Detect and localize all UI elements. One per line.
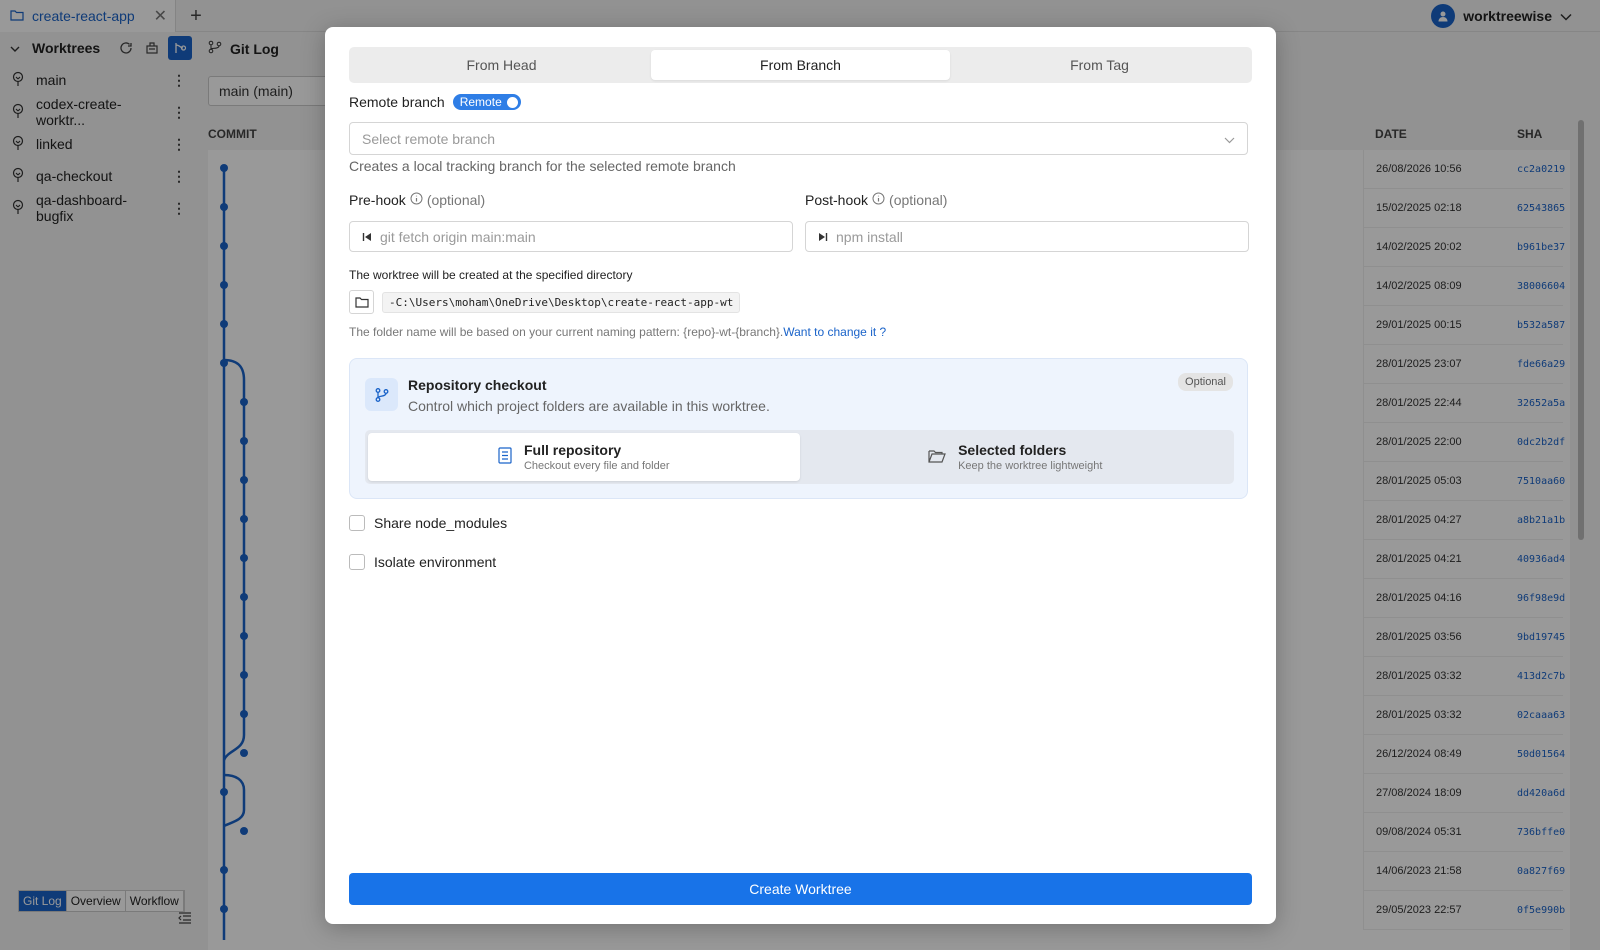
share-node-modules-checkbox[interactable] — [349, 515, 365, 531]
tab-from-branch[interactable]: From Branch — [651, 50, 950, 80]
posthook-label-row: Post-hook (optional) — [805, 192, 947, 208]
posthook-optional: (optional) — [889, 192, 948, 208]
change-pattern-link[interactable]: Want to change it ? — [783, 325, 886, 339]
remote-branch-select[interactable]: Select remote branch — [349, 122, 1248, 155]
source-tabs: From Head From Branch From Tag — [349, 47, 1252, 83]
posthook-label: Post-hook — [805, 192, 869, 208]
tab-from-head[interactable]: From Head — [352, 50, 651, 80]
checkout-title: Repository checkout — [408, 377, 547, 393]
prehook-label: Pre-hook — [349, 192, 406, 208]
full-repository-option[interactable]: Full repository Checkout every file and … — [368, 433, 800, 481]
optional-badge: Optional — [1178, 373, 1233, 391]
checkout-mode-choices: Full repository Checkout every file and … — [365, 430, 1234, 484]
file-list-icon — [498, 447, 512, 467]
remote-branch-placeholder: Select remote branch — [362, 130, 496, 147]
naming-pattern-text: The folder name will be based on your cu… — [349, 325, 784, 339]
create-worktree-dialog: From Head From Branch From Tag Remote br… — [325, 27, 1276, 924]
share-node-modules-row[interactable]: Share node_modules — [349, 515, 507, 531]
toggle-knob — [506, 96, 518, 108]
isolate-environment-checkbox[interactable] — [349, 554, 365, 570]
selected-folders-sub: Keep the worktree lightweight — [958, 460, 1103, 472]
remote-toggle[interactable]: Remote — [452, 94, 521, 110]
posthook-placeholder: npm install — [836, 228, 903, 245]
chevron-down-icon — [1224, 131, 1235, 147]
create-worktree-button[interactable]: Create Worktree — [349, 873, 1252, 905]
tab-from-tag[interactable]: From Tag — [950, 50, 1249, 80]
isolate-environment-label: Isolate environment — [374, 554, 497, 570]
prehook-placeholder: git fetch origin main:main — [380, 228, 536, 245]
posthook-input[interactable]: npm install — [805, 221, 1249, 252]
info-icon[interactable] — [410, 192, 423, 208]
repository-checkout-card: Repository checkout Control which projec… — [349, 358, 1248, 499]
remote-branch-helper: Creates a local tracking branch for the … — [349, 158, 736, 174]
checkout-subtitle: Control which project folders are availa… — [408, 398, 770, 414]
prehook-optional: (optional) — [426, 192, 486, 208]
remote-toggle-label: Remote — [459, 95, 502, 109]
prehook-label-row: Pre-hook (optional) — [349, 192, 485, 208]
prehook-input[interactable]: git fetch origin main:main — [349, 221, 793, 252]
directory-row: -C:\Users\moham\OneDrive\Desktop\create-… — [349, 290, 741, 314]
git-branch-icon — [365, 378, 398, 411]
folder-picker-button[interactable] — [349, 290, 374, 314]
folder-open-icon — [928, 449, 946, 466]
directory-path: -C:\Users\moham\OneDrive\Desktop\create-… — [382, 291, 741, 313]
full-repository-title: Full repository — [523, 442, 622, 458]
remote-branch-label: Remote branch — [349, 94, 445, 110]
remote-branch-row: Remote branch Remote — [349, 94, 521, 110]
share-node-modules-label: Share node_modules — [374, 515, 508, 531]
directory-label: The worktree will be created at the spec… — [349, 268, 633, 282]
skip-back-icon — [362, 229, 372, 245]
selected-folders-option[interactable]: Selected folders Keep the worktree light… — [800, 433, 1232, 481]
naming-pattern-note: The folder name will be based on your cu… — [349, 325, 886, 339]
selected-folders-title: Selected folders — [958, 442, 1067, 458]
isolate-environment-row[interactable]: Isolate environment — [349, 554, 496, 570]
info-icon[interactable] — [872, 192, 885, 208]
full-repository-sub: Checkout every file and folder — [523, 460, 670, 472]
skip-forward-icon — [818, 229, 828, 245]
